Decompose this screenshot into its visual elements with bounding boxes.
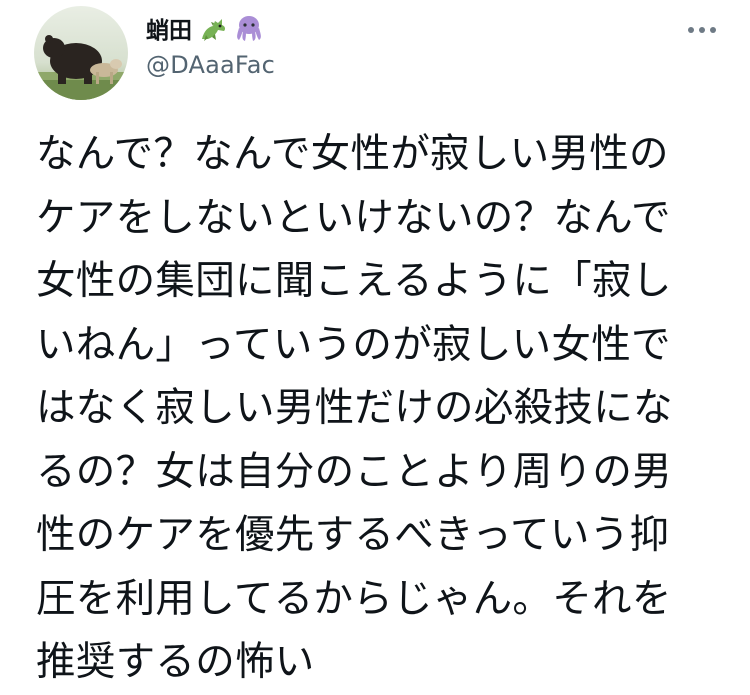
bear-wolf-photo bbox=[34, 6, 128, 100]
user-handle[interactable]: @DAaaFac bbox=[146, 51, 275, 79]
dot bbox=[688, 27, 694, 33]
more-options-icon[interactable] bbox=[682, 18, 722, 42]
tweet-text-line: なんで？なんで女性が寂しい男性の bbox=[36, 131, 669, 177]
tweet-text-line: 性のケアを優先するべきっていう抑 bbox=[36, 512, 670, 558]
tweet-text-line: 女性の集団に聞こえるように「寂し bbox=[36, 258, 672, 304]
tweet-text-line: 圧を利用してるからじゃん。それを bbox=[36, 575, 672, 622]
tweet-text-line: るの？女は自分のことより周りの男 bbox=[36, 448, 673, 495]
tweet-text-line: ケアをしないといけないの？なんで bbox=[36, 194, 671, 241]
dot bbox=[699, 27, 705, 33]
display-name[interactable]: 蛸田 bbox=[146, 11, 192, 45]
name-row: 蛸田 bbox=[146, 10, 264, 46]
tweet-text: なんで？なんで女性が寂しい男性の ケアをしないといけないの？なんで 女性の集団に… bbox=[36, 123, 736, 695]
profile-avatar[interactable] bbox=[34, 6, 128, 100]
tweet-text-line: 推奨するの怖い bbox=[36, 639, 315, 685]
tweet-text-line: はなく寂しい男性だけの必殺技にな bbox=[36, 385, 673, 431]
tweet-text-line: いねん」っていうのが寂しい女性で bbox=[36, 321, 671, 368]
dragon-emoji-icon bbox=[198, 13, 228, 43]
octopus-emoji-icon bbox=[234, 13, 264, 43]
dot bbox=[710, 27, 716, 33]
